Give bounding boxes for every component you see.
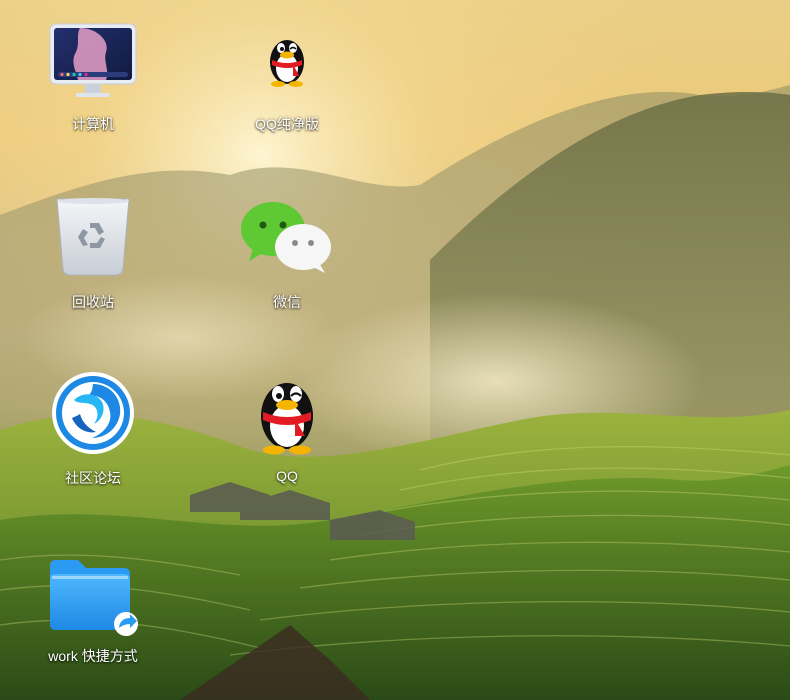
- desktop-icon-label: 回收站: [72, 294, 114, 310]
- desktop-icon-label: QQ: [276, 468, 298, 484]
- desktop-icon-qq[interactable]: QQ: [222, 370, 352, 520]
- desktop-icon-label: 计算机: [72, 116, 114, 132]
- folder-shortcut-icon: [46, 558, 140, 640]
- desktop-icon-wechat[interactable]: 微信: [222, 195, 352, 345]
- computer-icon: [48, 22, 138, 102]
- desktop[interactable]: 计算机 QQ纯净版 回收站 微信 社区论坛 QQ work 快捷方式: [0, 0, 790, 700]
- wechat-icon: [241, 199, 333, 275]
- desktop-icon-forum[interactable]: 社区论坛: [28, 370, 158, 520]
- recycle-bin-icon: [53, 197, 133, 277]
- desktop-icon-work-shortcut[interactable]: work 快捷方式: [28, 548, 158, 698]
- deepin-forum-icon: [50, 370, 136, 456]
- desktop-icon-qq-pure[interactable]: QQ纯净版: [222, 18, 352, 168]
- desktop-icon-label: QQ纯净版: [255, 116, 319, 132]
- desktop-icon-recycle-bin[interactable]: 回收站: [28, 195, 158, 345]
- qq-penguin-icon: [251, 372, 323, 456]
- desktop-icon-label: 微信: [273, 294, 301, 310]
- qq-penguin-icon: [263, 32, 311, 88]
- desktop-icon-label: work 快捷方式: [48, 648, 138, 664]
- desktop-icon-label: 社区论坛: [65, 470, 121, 486]
- desktop-icon-computer[interactable]: 计算机: [28, 18, 158, 168]
